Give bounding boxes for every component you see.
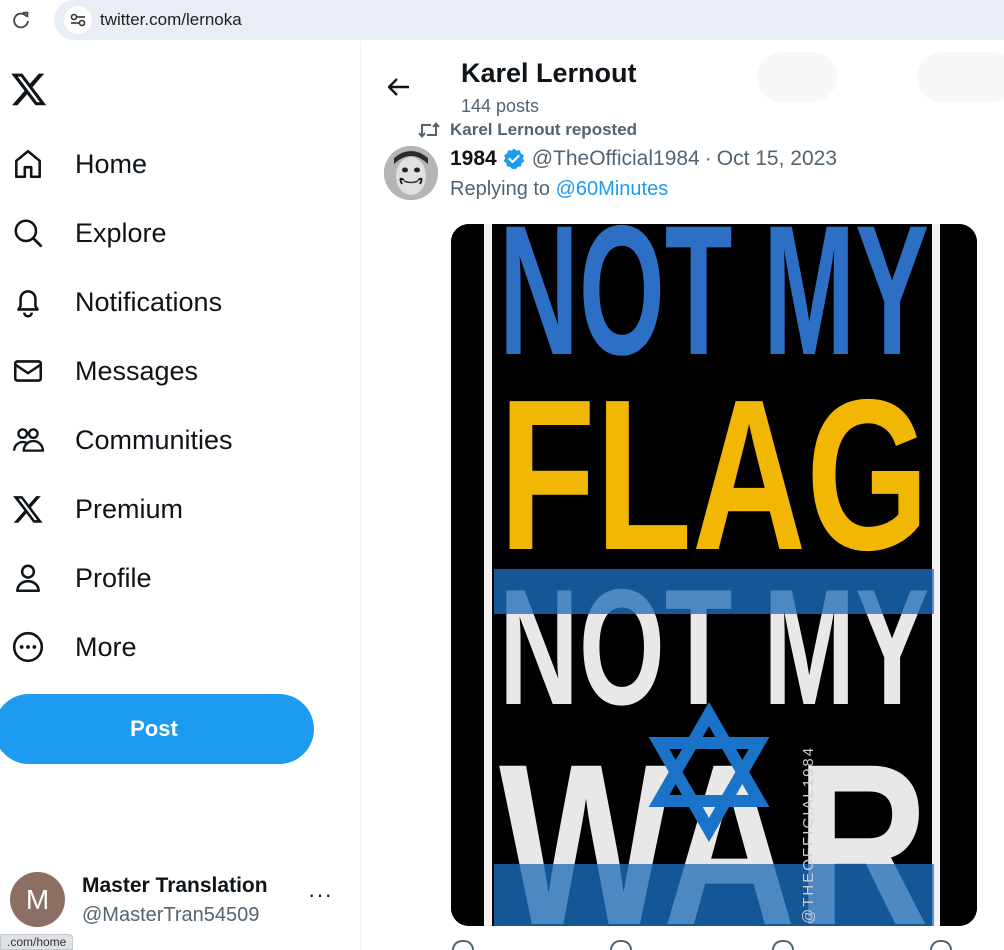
repost-icon[interactable] bbox=[610, 940, 632, 950]
browser-toolbar: twitter.com/lernoka bbox=[0, 0, 1004, 42]
bell-icon bbox=[10, 284, 46, 320]
repost-indicator: Karel Lernout reposted bbox=[417, 119, 637, 141]
repost-text[interactable]: Karel Lernout reposted bbox=[450, 120, 637, 140]
main-column: Karel Lernout 144 posts Karel Lernout re… bbox=[362, 42, 1004, 950]
nav-label-explore: Explore bbox=[75, 217, 167, 248]
replying-to-link[interactable]: @60Minutes bbox=[556, 178, 669, 200]
account-name: Master Translation bbox=[82, 874, 268, 897]
verified-badge-icon bbox=[503, 148, 525, 170]
nav-communities[interactable]: Communities bbox=[0, 412, 330, 468]
image-frame-line bbox=[484, 224, 492, 926]
envelope-icon bbox=[10, 353, 46, 389]
separator: · bbox=[704, 147, 712, 170]
like-icon[interactable] bbox=[772, 940, 794, 950]
repost-icon bbox=[418, 121, 440, 139]
x-logo-icon[interactable] bbox=[10, 70, 48, 108]
nav-label-home: Home bbox=[75, 148, 148, 179]
nav-messages[interactable]: Messages bbox=[0, 343, 330, 399]
nav-profile[interactable]: Profile bbox=[0, 550, 330, 606]
left-sidebar: Home Explore Notifications Messages Comm… bbox=[0, 42, 361, 950]
tweet-date[interactable]: Oct 15, 2023 bbox=[717, 147, 837, 171]
account-switcher[interactable]: M Master Translation @MasterTran54509 ··… bbox=[0, 864, 361, 940]
header-background-button bbox=[917, 52, 1004, 102]
nav-label-communities: Communities bbox=[75, 424, 233, 455]
avatar[interactable] bbox=[384, 146, 438, 200]
tweet-actions bbox=[450, 940, 976, 950]
person-icon bbox=[10, 560, 46, 596]
search-icon bbox=[10, 215, 46, 251]
replying-prefix: Replying to bbox=[450, 178, 556, 200]
reload-icon[interactable] bbox=[10, 9, 32, 31]
nav-premium[interactable]: Premium bbox=[0, 481, 330, 537]
home-icon bbox=[10, 146, 46, 182]
nav-label-premium: Premium bbox=[75, 493, 184, 524]
link-status-tooltip: .com/home bbox=[0, 934, 74, 950]
site-settings-icon[interactable] bbox=[64, 6, 92, 34]
replying-to: Replying to @60Minutes bbox=[450, 178, 668, 201]
nav-label-messages: Messages bbox=[75, 355, 199, 386]
x-logo-icon bbox=[10, 491, 46, 527]
post-button[interactable]: Post bbox=[0, 694, 314, 764]
author-name[interactable]: 1984 bbox=[450, 147, 497, 171]
image-watermark: @THEOFFICIAL1984 bbox=[800, 746, 817, 924]
nav-explore[interactable]: Explore bbox=[0, 205, 330, 261]
nav-notifications[interactable]: Notifications bbox=[0, 274, 330, 330]
tweet-image[interactable]: NOT MY FLAG NOT MY WAR @THEOFFICIAL1984 bbox=[451, 224, 977, 926]
page-title: Karel Lernout bbox=[461, 58, 637, 88]
address-bar[interactable]: twitter.com/lernoka bbox=[54, 0, 1004, 40]
nav-label-profile: Profile bbox=[75, 562, 152, 593]
more-circle-icon bbox=[10, 629, 46, 665]
url-text[interactable]: twitter.com/lernoka bbox=[100, 10, 242, 30]
account-more-button[interactable]: ··· bbox=[308, 882, 333, 908]
tweet-header: 1984 @TheOfficial1984 · Oct 15, 2023 bbox=[450, 146, 837, 172]
back-arrow-icon[interactable] bbox=[384, 72, 414, 102]
avatar: M bbox=[10, 872, 65, 927]
author-handle[interactable]: @TheOfficial1984 bbox=[532, 147, 700, 171]
header-background-button bbox=[757, 52, 837, 102]
nav-label-notifications: Notifications bbox=[75, 286, 223, 317]
nav-label-more: More bbox=[75, 631, 137, 662]
nav-more[interactable]: More bbox=[0, 619, 330, 675]
post-count: 144 posts bbox=[461, 96, 540, 116]
reply-icon[interactable] bbox=[452, 940, 474, 950]
people-icon bbox=[10, 422, 46, 458]
views-icon[interactable] bbox=[930, 940, 952, 950]
nav-home[interactable]: Home bbox=[0, 136, 330, 192]
account-handle: @MasterTran54509 bbox=[82, 904, 260, 926]
